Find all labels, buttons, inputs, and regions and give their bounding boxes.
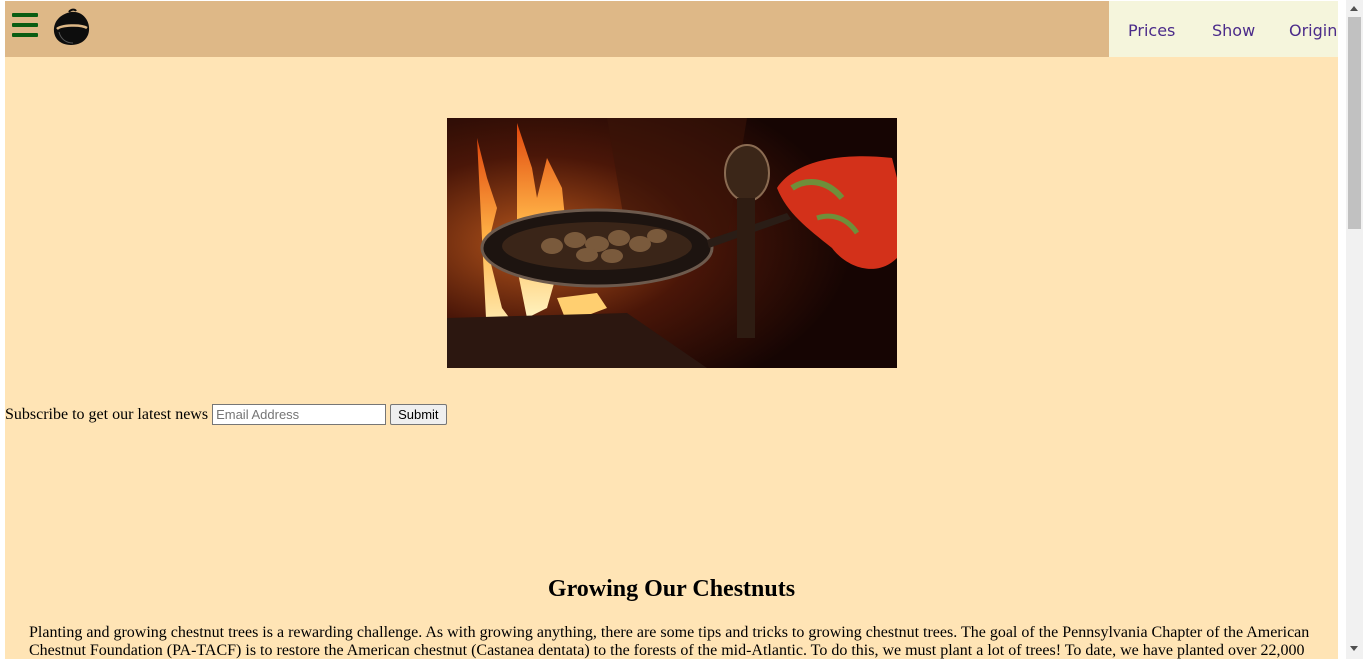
- subscribe-form: Subscribe to get our latest news Submit: [5, 404, 447, 425]
- nav-link-origin[interactable]: Origin: [1289, 21, 1337, 40]
- scroll-thumb[interactable]: [1348, 17, 1361, 229]
- roasting-chestnuts-image: [447, 118, 897, 368]
- menu-icon[interactable]: [12, 13, 38, 37]
- submit-button[interactable]: Submit: [390, 404, 447, 425]
- article-title: Growing Our Chestnuts: [547, 576, 796, 602]
- vertical-scrollbar[interactable]: [1346, 0, 1363, 659]
- subscribe-label: Subscribe to get our latest news: [5, 405, 209, 423]
- top-bar: Prices Show Origin: [5, 1, 1338, 57]
- page: Prices Show Origin Subscribe to get our …: [5, 1, 1338, 659]
- nav-link-show[interactable]: Show: [1212, 21, 1255, 40]
- nav-link-prices[interactable]: Prices: [1128, 21, 1175, 40]
- article-paragraph: Planting and growing chestnut trees is a…: [29, 624, 1310, 659]
- main-nav: Prices Show Origin: [1109, 1, 1338, 57]
- chestnut-logo-icon[interactable]: [51, 8, 91, 48]
- scroll-down-icon[interactable]: [1350, 646, 1358, 651]
- email-input[interactable]: [212, 404, 387, 425]
- scroll-up-icon[interactable]: [1350, 6, 1358, 11]
